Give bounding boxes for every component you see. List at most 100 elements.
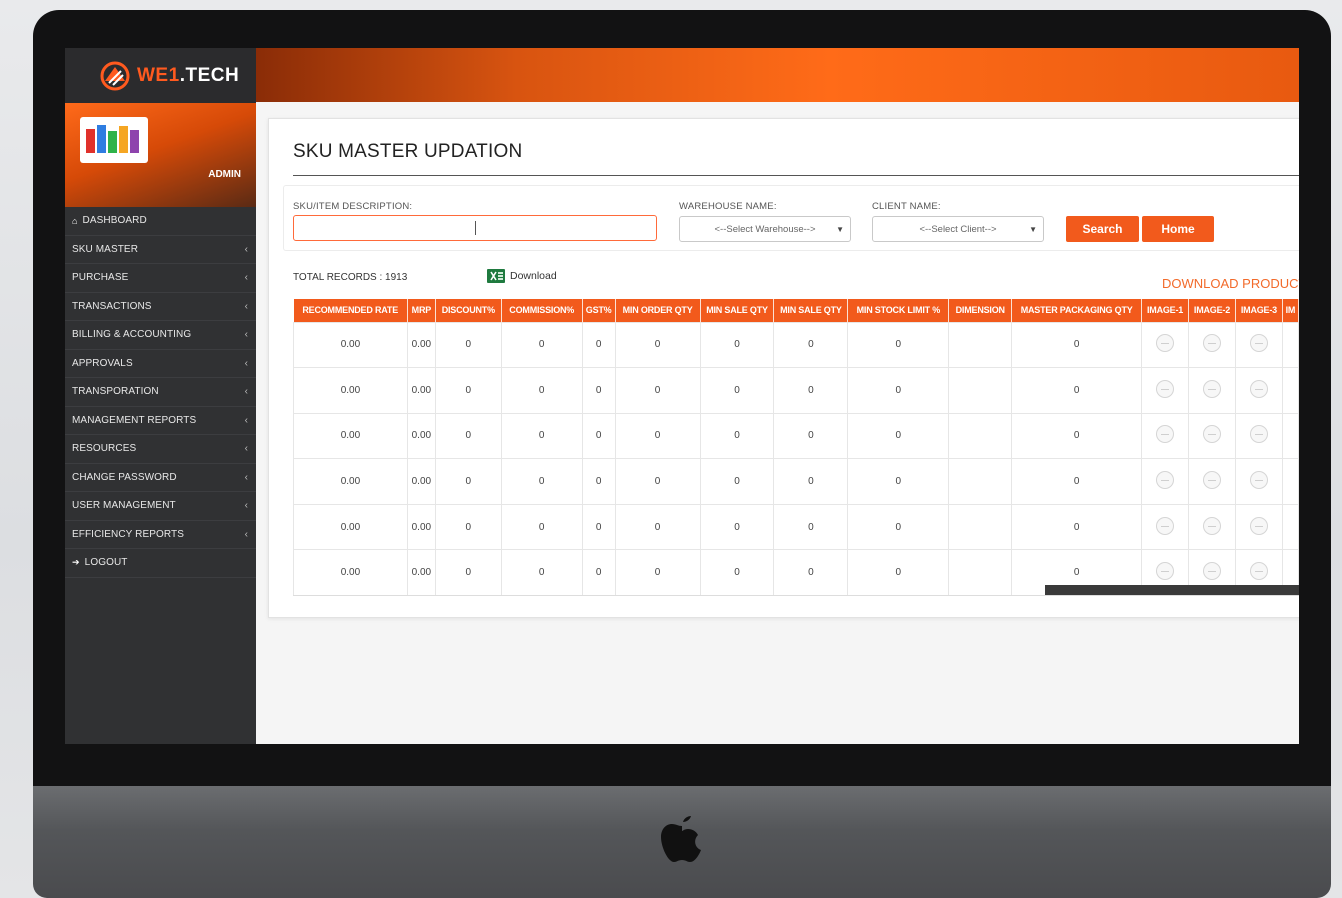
table-cell[interactable]: 0: [581, 412, 616, 460]
table-cell[interactable]: 0.00: [406, 412, 436, 460]
table-cell[interactable]: 0: [434, 412, 502, 460]
table-cell[interactable]: 0.00: [293, 412, 408, 460]
table-cell[interactable]: 0: [614, 503, 701, 551]
image-cell[interactable]: [1281, 458, 1299, 505]
table-cell[interactable]: 0: [581, 458, 616, 505]
image-cell[interactable]: [1141, 321, 1189, 369]
table-row[interactable]: 0.00 0.00 0 0 0 0 0 0 0 0: [293, 412, 1299, 460]
table-cell[interactable]: 0: [773, 549, 849, 597]
sidebar-item-resources[interactable]: RESOURCES ‹: [65, 435, 256, 464]
download-link[interactable]: Download: [487, 269, 557, 283]
table-cell[interactable]: 0: [614, 549, 701, 597]
image-placeholder-icon[interactable]: [1202, 334, 1221, 353]
image-cell[interactable]: [1188, 458, 1236, 505]
client-select[interactable]: <--Select Client--> ▼: [872, 216, 1044, 242]
table-cell[interactable]: [948, 503, 1013, 551]
table-cell[interactable]: 0: [699, 458, 775, 505]
image-cell[interactable]: [1234, 321, 1283, 369]
table-cell[interactable]: 0: [434, 367, 502, 414]
column-header[interactable]: MASTER PACKAGING QTY: [1011, 299, 1143, 322]
table-cell[interactable]: 0: [614, 412, 701, 460]
table-cell[interactable]: 0: [500, 458, 583, 505]
sidebar-item-management-reports[interactable]: MANAGEMENT REPORTS ‹: [65, 407, 256, 435]
column-header[interactable]: GST%: [582, 299, 616, 322]
table-cell[interactable]: 0: [434, 503, 502, 551]
column-header[interactable]: RECOMMENDED RATE: [293, 299, 408, 322]
table-cell[interactable]: 0: [434, 549, 502, 597]
table-cell[interactable]: 0: [434, 458, 502, 505]
column-header[interactable]: DISCOUNT%: [435, 299, 502, 322]
table-cell[interactable]: 0: [1011, 321, 1143, 369]
table-cell[interactable]: 0: [847, 549, 950, 597]
sidebar-item-approvals[interactable]: APPROVALS ‹: [65, 350, 256, 378]
horizontal-scrollbar[interactable]: [1045, 585, 1299, 595]
image-placeholder-icon[interactable]: [1249, 379, 1268, 398]
column-header[interactable]: MIN SALE QTY: [773, 299, 849, 322]
table-cell[interactable]: 0.00: [293, 549, 408, 597]
sidebar-item-billing-accounting[interactable]: BILLING & ACCOUNTING ‹: [65, 321, 256, 350]
image-cell[interactable]: [1188, 412, 1236, 460]
table-row[interactable]: 0.00 0.00 0 0 0 0 0 0 0 0: [293, 367, 1299, 414]
table-cell[interactable]: 0: [500, 503, 583, 551]
image-placeholder-icon[interactable]: [1156, 562, 1175, 581]
image-placeholder-icon[interactable]: [1156, 516, 1175, 535]
table-cell[interactable]: 0: [847, 412, 950, 460]
sidebar-item-efficiency-reports[interactable]: EFFICIENCY REPORTS ‹: [65, 521, 256, 549]
image-cell[interactable]: [1234, 412, 1283, 460]
table-cell[interactable]: 0.00: [406, 503, 436, 551]
search-button[interactable]: Search: [1066, 216, 1139, 242]
sidebar-item-sku-master[interactable]: SKU MASTER ‹: [65, 236, 256, 264]
image-placeholder-icon[interactable]: [1202, 471, 1221, 490]
table-cell[interactable]: [948, 458, 1013, 505]
image-cell[interactable]: [1281, 367, 1299, 414]
table-cell[interactable]: 0: [847, 503, 950, 551]
column-header[interactable]: MIN STOCK LIMIT %: [847, 299, 950, 322]
table-cell[interactable]: 0: [614, 321, 701, 369]
sidebar-item-purchase[interactable]: PURCHASE ‹: [65, 264, 256, 293]
table-cell[interactable]: 0: [434, 321, 502, 369]
table-cell[interactable]: [948, 367, 1013, 414]
image-cell[interactable]: [1281, 503, 1299, 551]
column-header[interactable]: IMAGE-3: [1235, 299, 1283, 322]
image-placeholder-icon[interactable]: [1156, 379, 1175, 398]
table-cell[interactable]: 0.00: [293, 321, 408, 369]
image-placeholder-icon[interactable]: [1156, 425, 1175, 444]
sidebar-item-change-password[interactable]: CHANGE PASSWORD ‹: [65, 464, 256, 492]
table-cell[interactable]: 0: [699, 503, 775, 551]
table-cell[interactable]: 0.00: [406, 458, 436, 505]
table-cell[interactable]: 0: [581, 549, 616, 597]
image-cell[interactable]: [1234, 503, 1283, 551]
table-row[interactable]: 0.00 0.00 0 0 0 0 0 0 0 0: [293, 321, 1299, 369]
sidebar-item-dashboard[interactable]: ⌂ DASHBOARD: [65, 207, 256, 236]
table-cell[interactable]: 0: [773, 458, 849, 505]
table-cell[interactable]: 0: [581, 503, 616, 551]
image-placeholder-icon[interactable]: [1202, 425, 1221, 444]
column-header[interactable]: IM: [1282, 299, 1299, 322]
home-button[interactable]: Home: [1142, 216, 1214, 242]
table-cell[interactable]: 0: [699, 321, 775, 369]
table-cell[interactable]: 0: [699, 549, 775, 597]
image-cell[interactable]: [1281, 321, 1299, 369]
image-placeholder-icon[interactable]: [1202, 379, 1221, 398]
table-cell[interactable]: 0: [1011, 367, 1143, 414]
column-header[interactable]: IMAGE-1: [1141, 299, 1189, 322]
image-placeholder-icon[interactable]: [1249, 516, 1268, 535]
table-cell[interactable]: 0: [699, 367, 775, 414]
image-cell[interactable]: [1141, 412, 1189, 460]
image-placeholder-icon[interactable]: [1202, 562, 1221, 581]
image-placeholder-icon[interactable]: [1156, 334, 1175, 353]
table-cell[interactable]: 0: [1011, 458, 1143, 505]
table-cell[interactable]: 0: [614, 458, 701, 505]
table-cell[interactable]: 0: [773, 321, 849, 369]
table-cell[interactable]: 0: [581, 367, 616, 414]
table-cell[interactable]: [948, 321, 1013, 369]
image-cell[interactable]: [1234, 367, 1283, 414]
table-cell[interactable]: 0.00: [406, 367, 436, 414]
sidebar-item-transportation[interactable]: TRANSPORATION ‹: [65, 378, 256, 407]
column-header[interactable]: MRP: [407, 299, 436, 322]
image-cell[interactable]: [1141, 367, 1189, 414]
column-header[interactable]: COMMISSION%: [501, 299, 583, 322]
table-cell[interactable]: 0: [699, 412, 775, 460]
table-cell[interactable]: 0: [614, 367, 701, 414]
table-cell[interactable]: 0: [500, 412, 583, 460]
